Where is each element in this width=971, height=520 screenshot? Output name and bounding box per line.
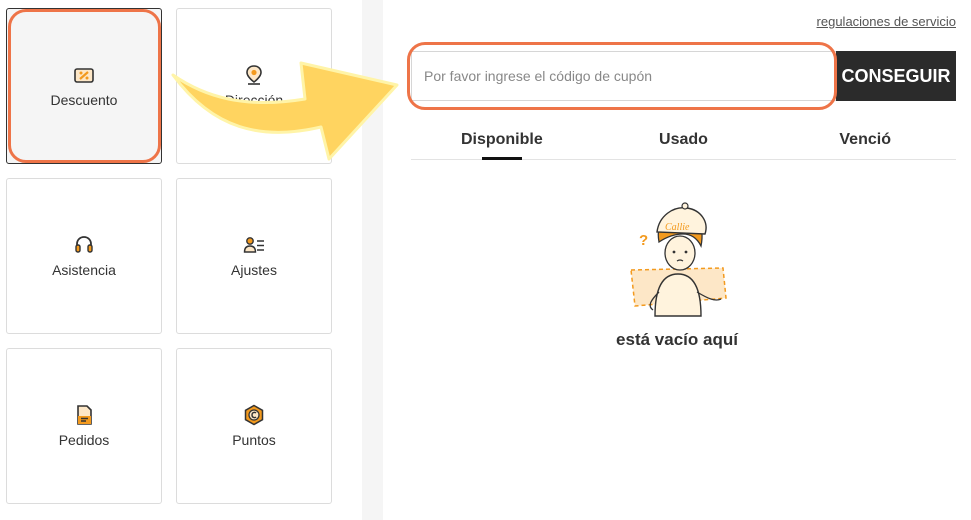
menu-item-label: Pedidos: [58, 432, 110, 448]
coupon-code-input[interactable]: [411, 51, 836, 101]
menu-item-label: Descuento: [50, 92, 118, 108]
location-pin-icon: [246, 65, 262, 85]
menu-item-label: Dirección: [224, 92, 284, 108]
headset-icon: [75, 236, 93, 253]
panel-divider: [362, 0, 383, 520]
points-coin-icon: [244, 404, 264, 426]
coupon-panel: regulaciones de servicio CONSEGUIR Dispo…: [383, 0, 971, 520]
empty-state-mascot-illustration: ? Callie: [630, 202, 727, 317]
menu-item-label: Puntos: [232, 432, 276, 448]
tab-disponible[interactable]: Disponible: [411, 122, 593, 159]
tab-vencio[interactable]: Venció: [774, 122, 956, 159]
mascot-cap-text: Callie: [665, 222, 690, 233]
coupon-tabs: Disponible Usado Venció: [411, 122, 956, 160]
account-menu: Descuento Dirección Asistencia Ajustes P…: [0, 0, 362, 520]
menu-item-ajustes[interactable]: Ajustes: [176, 178, 332, 334]
menu-item-pedidos[interactable]: Pedidos: [6, 348, 162, 504]
menu-item-asistencia[interactable]: Asistencia: [6, 178, 162, 334]
get-coupon-button[interactable]: CONSEGUIR: [836, 51, 956, 101]
menu-item-direccion[interactable]: Dirección: [176, 8, 332, 164]
orders-icon: [77, 405, 92, 425]
menu-item-label: Asistencia: [52, 262, 116, 278]
empty-state-text: está vacío aquí: [616, 330, 738, 349]
tab-usado[interactable]: Usado: [593, 122, 775, 159]
service-regulations-link[interactable]: regulaciones de servicio: [817, 14, 956, 29]
coupon-icon: [74, 68, 94, 83]
menu-item-puntos[interactable]: Puntos: [176, 348, 332, 504]
menu-item-label: Ajustes: [231, 262, 277, 278]
menu-item-descuento[interactable]: Descuento: [6, 8, 162, 164]
svg-text:?: ?: [639, 232, 648, 249]
user-settings-icon: [243, 237, 264, 253]
